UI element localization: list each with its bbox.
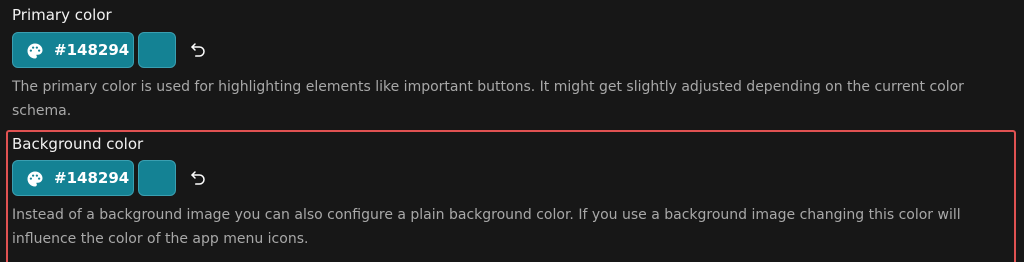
background-color-setting: Background color #148294 Instead of a ba…	[6, 130, 1016, 262]
palette-icon	[27, 43, 43, 59]
primary-color-setting: Primary color #148294 The primary color …	[0, 0, 1024, 128]
background-color-description: Instead of a background image you can al…	[12, 207, 961, 247]
background-color-picker-button[interactable]: #148294	[12, 160, 134, 196]
undo-icon	[191, 43, 205, 57]
primary-color-label: Primary color	[12, 6, 112, 24]
primary-color-picker-button[interactable]: #148294	[12, 32, 134, 68]
theming-settings: Primary color #148294 The primary color …	[0, 0, 1024, 262]
undo-icon	[191, 171, 205, 185]
background-color-value: #148294	[54, 169, 130, 187]
primary-color-value: #148294	[54, 41, 130, 59]
background-color-reset-button[interactable]	[184, 164, 212, 192]
primary-color-description: The primary color is used for highlighti…	[12, 79, 964, 119]
background-color-label: Background color	[12, 135, 144, 153]
primary-color-swatch[interactable]	[138, 32, 176, 68]
primary-color-reset-button[interactable]	[184, 36, 212, 64]
background-color-swatch[interactable]	[138, 160, 176, 196]
palette-icon	[27, 171, 43, 187]
